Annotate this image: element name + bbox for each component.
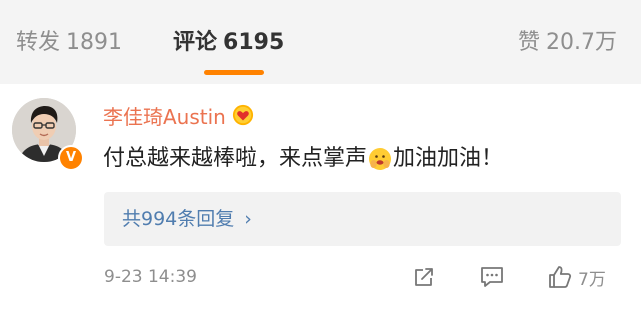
tab-comment-label: 评论 bbox=[173, 30, 218, 55]
tab-comment-count: 6195 bbox=[223, 30, 285, 55]
verified-v-icon: V bbox=[58, 145, 84, 171]
reply-button[interactable] bbox=[478, 262, 506, 292]
tab-repost-label: 转发 bbox=[16, 30, 61, 55]
comment-text-part1: 付总越来越棒啦，来点掌声 bbox=[103, 146, 368, 171]
comment-icon bbox=[481, 267, 503, 287]
tab-repost-count: 1891 bbox=[66, 30, 123, 55]
tab-bar: 转发 1891 评论 6195 赞 20.7万 bbox=[0, 0, 641, 84]
comment-text-part2: 加油加油！ bbox=[393, 146, 504, 171]
tab-comment[interactable]: 评论 6195 bbox=[173, 27, 284, 59]
view-replies-label: 共994条回复 bbox=[122, 208, 235, 230]
tab-like-label: 赞 bbox=[517, 30, 540, 55]
comments-page: 转发 1891 评论 6195 赞 20.7万 V 李佳琦Austin 付总越来… bbox=[0, 0, 641, 313]
member-heart-badge-icon bbox=[232, 104, 253, 126]
like-count: 7万 bbox=[578, 269, 606, 290]
comment-timestamp: 9-23 14:39 bbox=[104, 267, 197, 287]
like-button[interactable]: 7万 bbox=[546, 262, 606, 292]
comment-username[interactable]: 李佳琦Austin bbox=[103, 101, 226, 130]
comment-header: 李佳琦Austin bbox=[103, 100, 254, 130]
clapping-face-emoji-icon bbox=[369, 148, 392, 170]
share-icon bbox=[415, 268, 433, 286]
share-button[interactable] bbox=[411, 262, 437, 292]
tab-like[interactable]: 赞 20.7万 bbox=[518, 27, 617, 59]
view-replies-link[interactable]: 共994条回复 › bbox=[122, 204, 252, 234]
thumbs-up-icon bbox=[549, 266, 572, 288]
tab-like-count: 20.7万 bbox=[546, 30, 617, 55]
chevron-right-icon: › bbox=[244, 208, 252, 230]
replies-box[interactable]: 共994条回复 › bbox=[104, 192, 621, 246]
tab-repost[interactable]: 转发 1891 bbox=[16, 27, 122, 59]
comment-text: 付总越来越棒啦，来点掌声 加油加油！ bbox=[103, 143, 503, 175]
active-tab-indicator bbox=[204, 70, 264, 75]
